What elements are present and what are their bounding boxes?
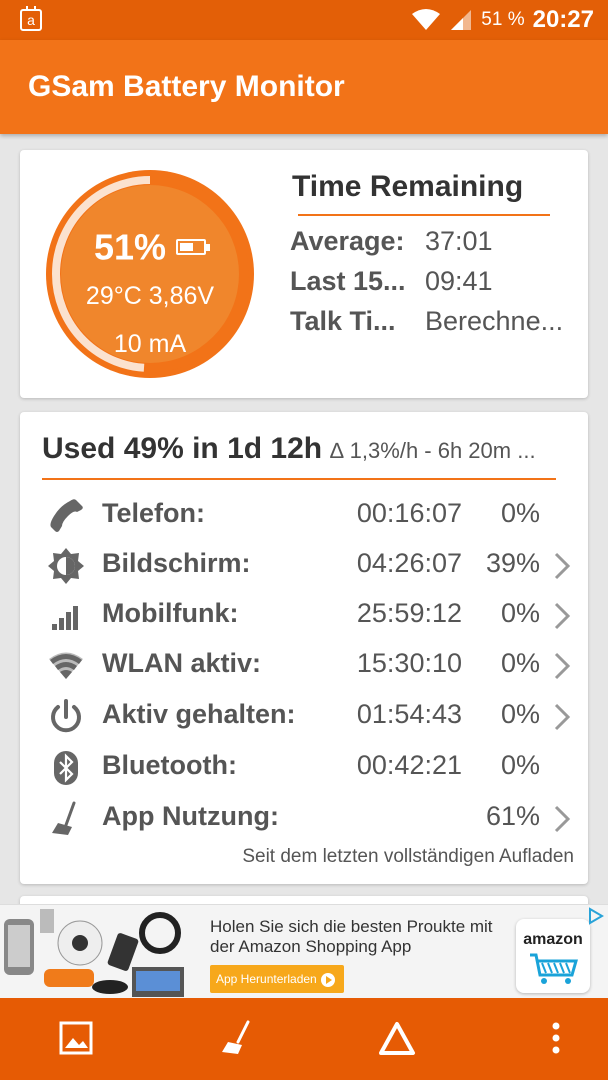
power-icon [51,699,81,733]
gauge-percent: 51% [42,224,258,268]
shopping-cart-icon [530,953,578,984]
amazon-logo: amazon [516,919,590,993]
app-bar: GSam Battery Monitor [0,40,608,134]
chevron-right-icon[interactable] [550,600,574,632]
phone-icon [50,499,83,532]
more-vert-icon [552,1022,560,1054]
play-icon [320,972,335,987]
usage-time: 00:42:21 [356,750,462,780]
usage-label: App Nutzung: [102,801,279,831]
usage-label: WLAN aktiv: [102,648,262,678]
brightness-icon [48,548,84,584]
status-bar: a 51 % 20:27 [0,0,608,40]
time-remaining-value: Berechne... [425,306,564,336]
chevron-right-icon[interactable] [550,803,574,835]
usage-time: 25:59:12 [356,598,462,628]
time-remaining-label: Talk Ti... [290,306,396,336]
time-remaining-title: Time Remaining [292,170,524,203]
time-remaining-value: 37:01 [425,226,493,256]
ad-banner[interactable]: Holen Sie sich die besten Proukte mit de… [0,904,608,998]
nav-cleanup-button[interactable] [196,998,276,1080]
usage-percent: 0% [500,750,540,780]
cell-signal-icon [451,10,472,30]
wifi-icon [49,652,83,679]
usage-percent: 39% [485,548,540,578]
app-title: GSam Battery Monitor [28,70,345,103]
time-remaining-row: Talk Ti... Berechne... [290,306,580,342]
calendar-icon: a [20,6,42,31]
battery-percent: 51 % [481,9,525,30]
battery-gauge[interactable]: 51% 29°C 3,86V 10 mA [42,166,258,382]
usage-row-wlan[interactable]: WLAN aktiv: 15:30:10 0% [20,642,588,686]
usage-label: Telefon: [102,498,205,528]
clock: 20:27 [532,6,594,33]
usage-percent: 0% [500,648,540,678]
usage-label: Bildschirm: [102,548,251,578]
signal-bars-icon [52,606,78,630]
gauge-temp-voltage: 29°C 3,86V [85,282,215,310]
nav-delta-button[interactable] [356,998,436,1080]
usage-row-aktiv-gehalten[interactable]: Aktiv gehalten: 01:54:43 0% [20,693,588,737]
usage-time: 15:30:10 [356,648,462,678]
usage-card: Used 49% in 1d 12h ∆ 1,3%/h - 6h 20m ... … [20,412,588,884]
time-remaining-value: 09:41 [425,266,493,296]
battery-summary-card[interactable]: 51% 29°C 3,86V 10 mA Time Remaining Aver… [20,150,588,398]
usage-label: Mobilfunk: [102,598,239,628]
usage-row-telefon[interactable]: Telefon: 00:16:07 0% [20,492,588,536]
usage-row-bluetooth[interactable]: Bluetooth: 00:42:21 0% [20,744,588,788]
usage-rate: ∆ 1,3%/h - 6h 20m ... [330,438,536,463]
broom-icon [222,1020,250,1054]
usage-label: Bluetooth: [102,750,237,780]
nav-more-button[interactable] [516,998,596,1080]
usage-row-app-nutzung[interactable]: App Nutzung: 61% [20,795,588,839]
chevron-right-icon[interactable] [550,550,574,582]
usage-percent: 0% [500,699,540,729]
bluetooth-icon [54,751,78,785]
ad-product-image [0,905,196,998]
ad-download-button[interactable]: App Herunterladen [210,965,344,993]
broom-icon [52,801,76,835]
usage-percent: 61% [485,801,540,831]
battery-icon [176,239,211,256]
divider [298,214,550,216]
usage-time: 00:16:07 [356,498,462,528]
usage-time: 01:54:43 [356,699,462,729]
delta-icon [379,1022,415,1055]
time-remaining-label: Last 15... [290,266,406,296]
time-remaining-row: Average: 37:01 [290,226,580,262]
nav-image-button[interactable] [36,998,116,1080]
ad-choices-icon[interactable] [586,907,606,925]
chevron-right-icon[interactable] [550,701,574,733]
usage-time: 04:26:07 [356,548,462,578]
usage-row-bildschirm[interactable]: Bildschirm: 04:26:07 39% [20,542,588,586]
image-icon [59,1021,93,1055]
usage-percent: 0% [500,598,540,628]
usage-header[interactable]: Used 49% in 1d 12h ∆ 1,3%/h - 6h 20m ... [42,432,536,466]
usage-row-mobilfunk[interactable]: Mobilfunk: 25:59:12 0% [20,592,588,636]
time-remaining-label: Average: [290,226,405,256]
wifi-icon [412,9,441,30]
chevron-right-icon[interactable] [550,650,574,682]
bottom-nav [0,998,608,1080]
usage-footnote: Seit dem letzten vollständigen Aufladen [242,846,574,867]
usage-percent: 0% [500,498,540,528]
usage-label: Aktiv gehalten: [102,699,296,729]
time-remaining-row: Last 15... 09:41 [290,266,580,302]
status-right: 51 % 20:27 [411,0,594,40]
gauge-current: 10 mA [113,330,187,358]
ad-text: Holen Sie sich die besten Proukte mit de… [210,917,493,956]
usage-title: Used 49% in 1d 12h [42,432,323,465]
divider [42,478,556,480]
